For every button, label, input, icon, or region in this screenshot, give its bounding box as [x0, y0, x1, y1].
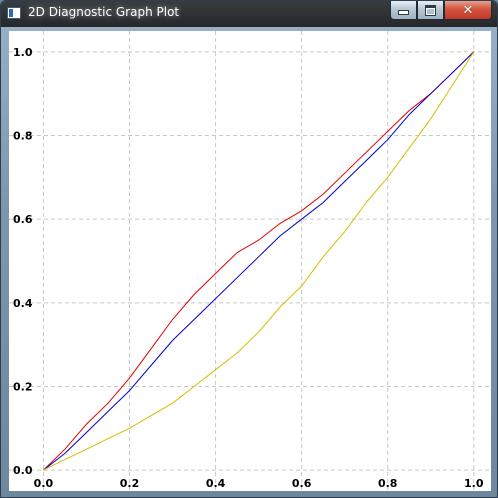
y-tick-label: 0.4 — [13, 297, 33, 310]
y-tick-label: 0.2 — [13, 380, 33, 393]
minimize-icon — [398, 10, 409, 15]
window-title: 2D Diagnostic Graph Plot — [28, 5, 180, 19]
minimize-button[interactable] — [390, 1, 417, 20]
tick-labels: 0.0 0.2 0.4 0.6 0.8 1.0 0.0 0.2 0.4 0.6 0.8 1.0 — [13, 46, 484, 490]
y-tick-label: 1.0 — [13, 46, 33, 59]
x-tick-label: 1.0 — [464, 477, 484, 490]
diagnostic-chart: 0.0 0.2 0.4 0.6 0.8 1.0 0.0 0.2 0.4 0.6 0.8 1.0 — [9, 31, 491, 491]
x-tick-label: 0.6 — [292, 477, 312, 490]
app-icon[interactable] — [7, 7, 21, 19]
y-tick-label: 0.6 — [13, 213, 33, 226]
x-tick-label: 0.4 — [206, 477, 226, 490]
maximize-button[interactable] — [417, 1, 444, 20]
plot-area: 0.0 0.2 0.4 0.6 0.8 1.0 0.0 0.2 0.4 0.6 0.8 1.0 — [9, 31, 491, 491]
series-group — [43, 51, 475, 471]
y-tick-label: 0.0 — [13, 464, 33, 477]
y-tick-label: 0.8 — [13, 130, 33, 143]
grid — [9, 31, 491, 491]
series-line-2 — [43, 51, 475, 471]
title-bar[interactable]: 2D Diagnostic Graph Plot ✕ — [1, 1, 497, 27]
app-window: 2D Diagnostic Graph Plot ✕ 0.0 0.2 0.4 0.6 0… — [0, 0, 498, 498]
maximize-icon — [425, 4, 436, 16]
x-tick-label: 0.8 — [378, 477, 398, 490]
close-icon: ✕ — [462, 2, 474, 18]
close-button[interactable]: ✕ — [444, 1, 492, 20]
x-tick-label: 0.2 — [120, 477, 140, 490]
x-tick-label: 0.0 — [34, 477, 54, 490]
